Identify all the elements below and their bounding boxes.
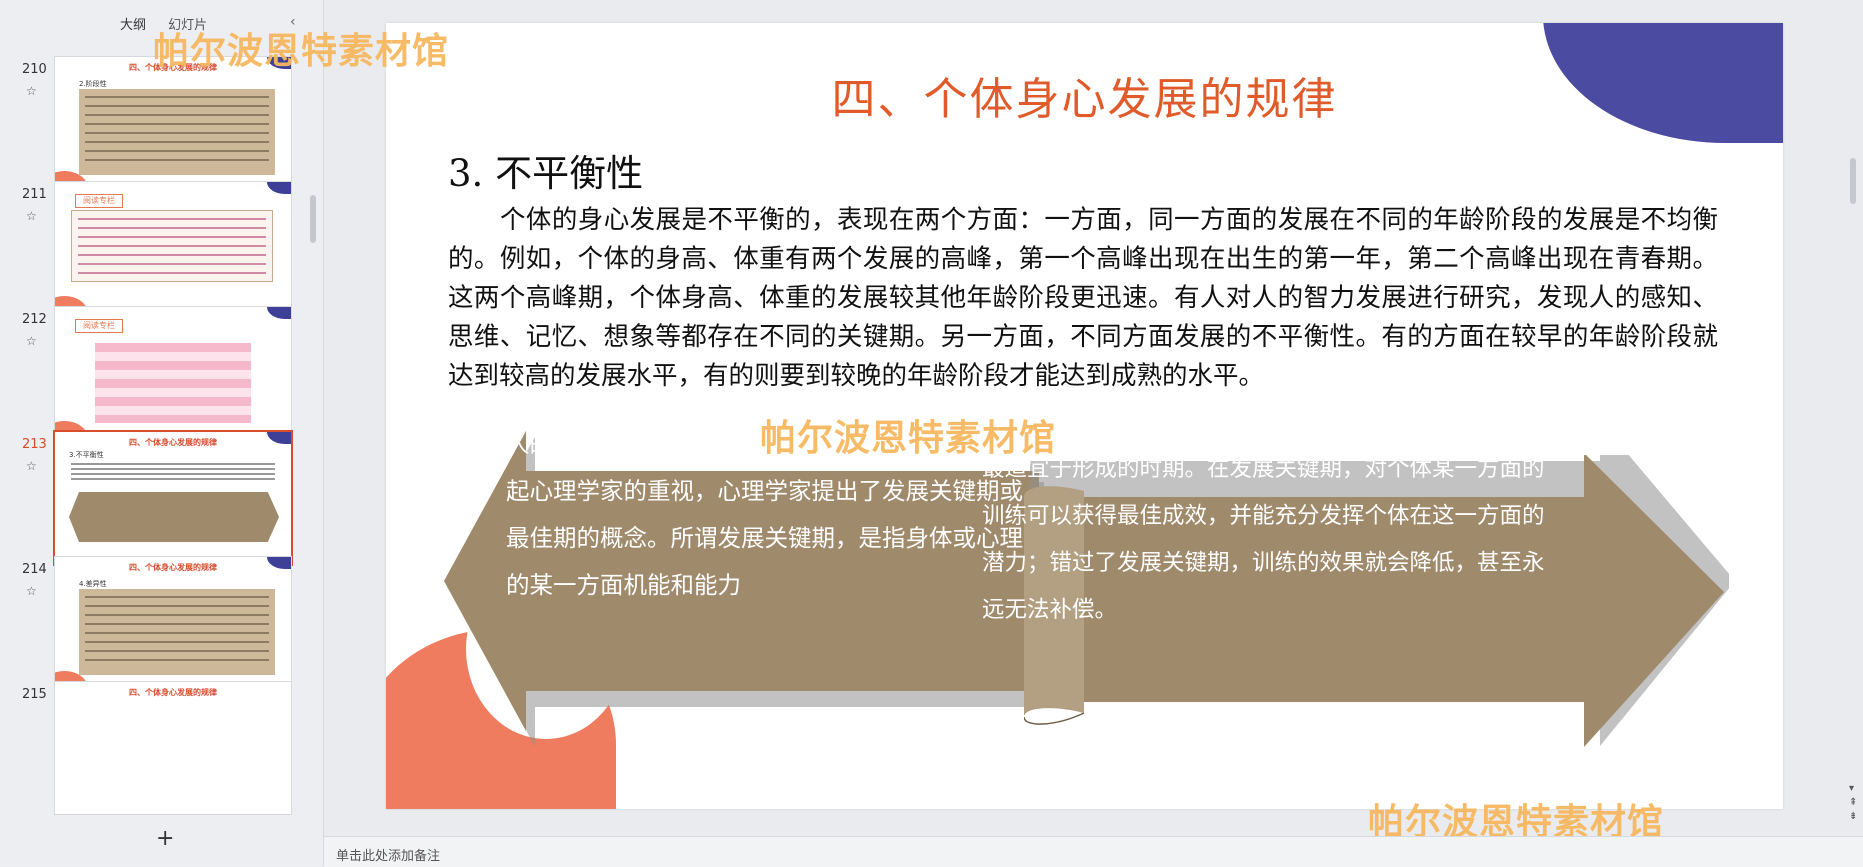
slide-number: 213: [22, 437, 47, 452]
slide-editor: 四、个体身心发展的规律 3. 不平衡性 个体的身心发展是不平衡的，表现在两个方面…: [324, 0, 1863, 836]
decor-shape: [267, 307, 291, 319]
slide-number: 212: [22, 312, 47, 327]
thumbnail-badge: 阅读专栏: [75, 319, 123, 333]
scrollbar-thumb[interactable]: [1850, 158, 1856, 204]
slide-number: 211: [22, 187, 47, 202]
watermark: 帕尔波恩特素材馆: [760, 417, 1057, 459]
slide-thumbnail[interactable]: 四、个体身心发展的规律: [54, 681, 292, 815]
slide-thumbnail-row-active[interactable]: 213 ☆ 四、个体身心发展的规律 3.不平衡性: [0, 425, 300, 566]
star-icon[interactable]: ☆: [26, 584, 37, 598]
slide-canvas[interactable]: 四、个体身心发展的规律 3. 不平衡性 个体的身心发展是不平衡的，表现在两个方面…: [386, 23, 1783, 809]
tab-outline[interactable]: 大纲: [120, 18, 146, 33]
star-icon[interactable]: ☆: [26, 209, 37, 223]
scroll-page-icons[interactable]: ▾ ⇞ ⇟: [1849, 782, 1857, 824]
thumbnail-text-block: [79, 89, 275, 175]
thumbnail-list: 210 ☆ 四、个体身心发展的规律 2.阶段性 211 ☆ 阅读专栏 212 ☆…: [0, 50, 310, 816]
thumbnail-arrow-left: [69, 492, 169, 542]
thumbnail-scrollbar[interactable]: [310, 195, 316, 243]
thumbnail-subtitle: 3.不平衡性: [69, 451, 104, 459]
thumbnail-title: 四、个体身心发展的规律: [129, 437, 217, 447]
vertical-scrollbar[interactable]: ▾ ⇞ ⇟: [1845, 0, 1863, 836]
thumbnail-text-block: [71, 210, 273, 282]
star-icon[interactable]: ☆: [26, 334, 37, 348]
slide-number: 215: [22, 687, 47, 702]
body-paragraph[interactable]: 个体的身心发展是不平衡的，表现在两个方面：一方面，同一方面的发展在不同的年龄阶段…: [448, 201, 1718, 396]
notes-placeholder[interactable]: 单击此处添加备注: [336, 845, 440, 864]
thumbnail-badge: 阅读专栏: [75, 194, 123, 208]
thumbnail-title: 四、个体身心发展的规律: [129, 687, 217, 697]
slide-thumbnail[interactable]: 四、个体身心发展的规律 2.阶段性: [54, 56, 292, 190]
slide-thumbnail-row[interactable]: 212 ☆ 阅读专栏: [0, 300, 300, 440]
slide-thumbnail[interactable]: 四、个体身心发展的规律 4.差异性: [54, 556, 292, 690]
section-heading[interactable]: 3. 不平衡性: [448, 143, 643, 197]
thumbnail-subtitle: 4.差异性: [79, 580, 107, 588]
thumbnail-table: [95, 343, 251, 423]
notes-pane[interactable]: 单击此处添加备注: [324, 836, 1863, 867]
decor-shape: [267, 182, 291, 194]
slide-thumbnail[interactable]: 阅读专栏: [54, 181, 292, 315]
arrow-right-text[interactable]: 最适宜于形成的时期。在发展关键期，对个体某一方面的训练可以获得最佳成效，并能充分…: [982, 446, 1552, 634]
thumbnail-arrow-right: [167, 492, 279, 542]
thumbnail-text-block: [69, 460, 277, 488]
slide-number: 214: [22, 562, 47, 577]
slide-panel: 大纲 幻灯片 ‹ 210 ☆ 四、个体身心发展的规律 2.阶段性 211 ☆ 阅…: [0, 0, 324, 866]
thumbnail-title: 四、个体身心发展的规律: [129, 562, 217, 572]
slide-thumbnail[interactable]: 四、个体身心发展的规律 3.不平衡性: [53, 430, 293, 566]
slide-title[interactable]: 四、个体身心发展的规律: [386, 63, 1783, 127]
watermark: 帕尔波恩特素材馆: [153, 30, 450, 72]
slide-thumbnail[interactable]: 阅读专栏: [54, 306, 292, 440]
thumbnail-subtitle: 2.阶段性: [79, 80, 107, 88]
add-slide-button[interactable]: +: [156, 826, 174, 851]
slide-thumbnail-row[interactable]: 211 ☆ 阅读专栏: [0, 175, 300, 315]
slide-number: 210: [22, 62, 47, 77]
star-icon[interactable]: ☆: [26, 84, 37, 98]
slide-thumbnail-row[interactable]: 214 ☆ 四、个体身心发展的规律 4.差异性: [0, 550, 300, 690]
thumbnail-text-block: [79, 589, 275, 675]
slide-thumbnail-row[interactable]: 215 四、个体身心发展的规律: [0, 675, 300, 815]
star-icon[interactable]: ☆: [26, 459, 37, 473]
